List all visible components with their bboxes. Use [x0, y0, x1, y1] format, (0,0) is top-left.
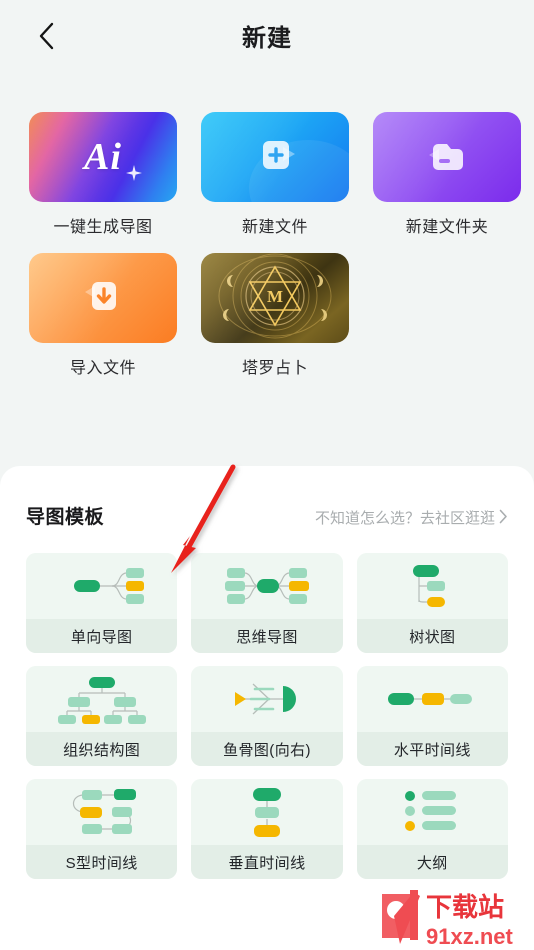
quick-action-new-file[interactable]: 新建文件 — [201, 112, 349, 237]
template-label: 鱼骨图(向右) — [191, 732, 343, 766]
template-tile[interactable]: 思维导图 — [191, 553, 343, 653]
templates-sheet: 导图模板 不知道怎么选？去社区逛逛 单向导图 思维导图 树状图 组织结构图 鱼骨… — [0, 466, 534, 950]
template-label: 大纲 — [356, 845, 508, 879]
folder-icon — [419, 127, 475, 188]
template-tile[interactable]: 组织结构图 — [26, 666, 178, 766]
templates-title: 导图模板 — [26, 507, 105, 528]
new-document-screen: 新建 Ai 一键生成导图 新建文件 新建文件夹 导入文件 M 塔罗占卜 导图模板… — [0, 0, 534, 950]
quick-action-label: 导入文件 — [69, 360, 136, 377]
template-tile[interactable]: S型时间线 — [26, 779, 178, 879]
template-label: S型时间线 — [26, 845, 178, 879]
template-tile[interactable]: 鱼骨图(向右) — [191, 666, 343, 766]
quick-action-label: 塔罗占卜 — [241, 360, 308, 377]
template-label: 水平时间线 — [356, 732, 508, 766]
community-link[interactable]: 不知道怎么选？去社区逛逛 — [315, 507, 508, 528]
template-tile[interactable]: 树状图 — [356, 553, 508, 653]
templates-header: 导图模板 不知道怎么选？去社区逛逛 — [0, 466, 534, 529]
template-label: 思维导图 — [191, 619, 343, 653]
template-label: 组织结构图 — [26, 732, 178, 766]
template-label: 单向导图 — [26, 619, 178, 653]
chevron-right-icon — [499, 509, 508, 527]
quick-action-new-folder[interactable]: 新建文件夹 — [373, 112, 521, 237]
new-file-card[interactable] — [201, 112, 349, 202]
template-tile[interactable]: 单向导图 — [26, 553, 178, 653]
quick-action-import-file[interactable]: 导入文件 — [29, 253, 177, 378]
ai-generate-card[interactable]: Ai — [29, 112, 177, 202]
tree-diagram-icon — [356, 553, 508, 619]
community-link-label: 不知道怎么选？去社区逛逛 — [314, 510, 495, 527]
svg-text:M: M — [267, 287, 283, 306]
mindmap-icon — [191, 553, 343, 619]
sparkle-icon — [125, 164, 143, 187]
page-title: 新建 — [242, 25, 292, 52]
outline-list-icon — [356, 779, 508, 845]
template-tile[interactable]: 水平时间线 — [356, 666, 508, 766]
quick-action-tarot[interactable]: M 塔罗占卜 — [201, 253, 349, 378]
s-timeline-icon — [26, 779, 178, 845]
one-way-mindmap-icon — [26, 553, 178, 619]
quick-action-label: 新建文件 — [241, 219, 308, 236]
ai-sparkle-icon: Ai — [84, 136, 122, 178]
vertical-timeline-icon — [191, 779, 343, 845]
horizontal-timeline-icon — [356, 666, 508, 732]
quick-action-label: 新建文件夹 — [405, 219, 489, 236]
template-tile[interactable]: 垂直时间线 — [191, 779, 343, 879]
org-chart-icon — [26, 666, 178, 732]
app-header: 新建 — [0, 0, 534, 78]
template-label: 垂直时间线 — [191, 845, 343, 879]
quick-action-ai-generate[interactable]: Ai 一键生成导图 — [29, 112, 177, 237]
tarot-hexagram-icon: M — [201, 253, 349, 343]
document-download-icon — [75, 268, 131, 329]
quick-actions-grid: Ai 一键生成导图 新建文件 新建文件夹 导入文件 M 塔罗占卜 — [0, 78, 534, 378]
template-grid: 单向导图 思维导图 树状图 组织结构图 鱼骨图(向右) 水平时间线 S型时间线 … — [0, 529, 534, 879]
template-label: 树状图 — [356, 619, 508, 653]
import-file-card[interactable] — [29, 253, 177, 343]
fishbone-right-icon — [191, 666, 343, 732]
template-tile[interactable]: 大纲 — [356, 779, 508, 879]
new-folder-card[interactable] — [373, 112, 521, 202]
quick-action-label: 一键生成导图 — [53, 219, 153, 236]
tarot-card[interactable]: M — [201, 253, 349, 343]
